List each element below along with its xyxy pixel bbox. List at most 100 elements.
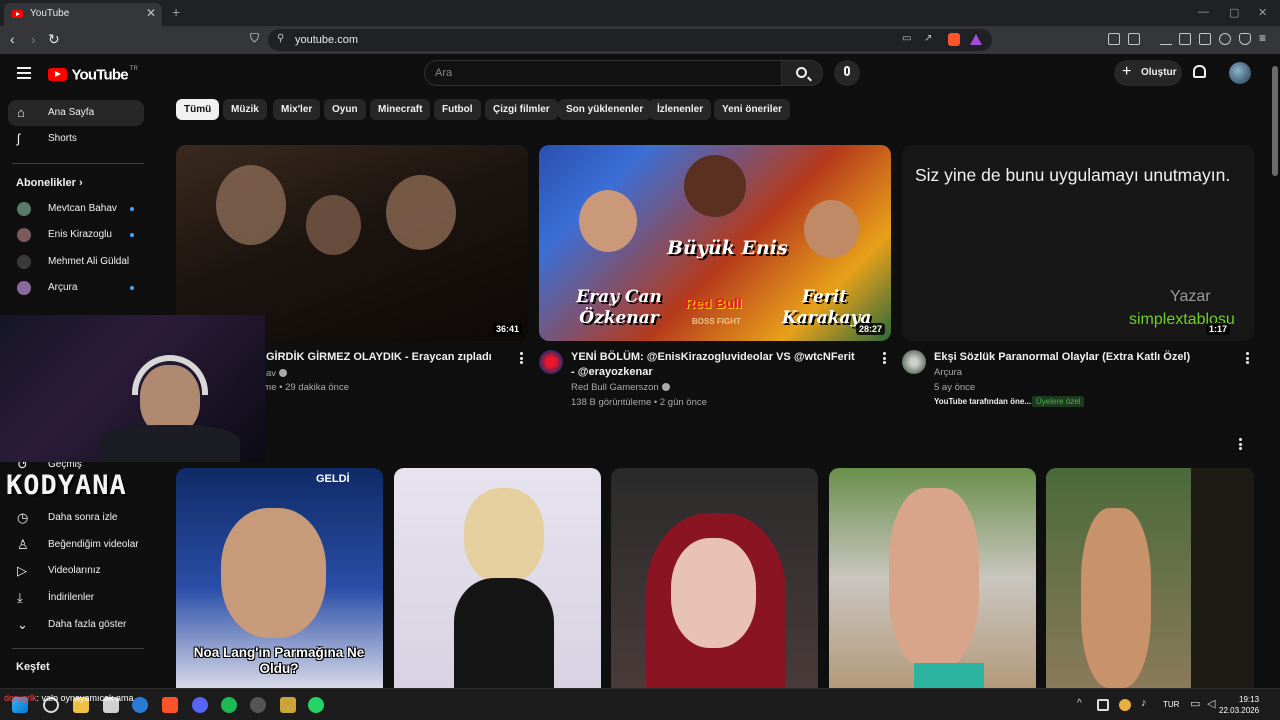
video-thumbnail[interactable]: 36:41 — [176, 145, 528, 341]
brave-shield-icon[interactable] — [948, 33, 960, 46]
subscription-item[interactable]: Enis Kirazoglu — [8, 222, 144, 248]
channel-name[interactable]: Arçura — [934, 367, 962, 378]
video-thumbnail[interactable]: Siz yine de bunu uygulamayı unutmayın. Y… — [902, 145, 1254, 341]
tray-app-icon[interactable] — [1097, 699, 1109, 711]
page-scrollbar[interactable] — [1270, 54, 1280, 688]
short-thumbnail[interactable] — [611, 468, 818, 688]
short-thumbnail[interactable] — [829, 468, 1036, 688]
vpn-shield-icon[interactable] — [1239, 33, 1251, 45]
browser-menu-icon[interactable]: ≡ — [1259, 31, 1266, 45]
reload-button[interactable]: ↻ — [48, 31, 60, 48]
subscription-item[interactable]: Mevtcan Bahav — [8, 196, 144, 222]
close-window-button[interactable]: ✕ — [1258, 6, 1267, 19]
volume-icon[interactable]: ◁ — [1207, 697, 1215, 710]
notifications-bell-icon[interactable] — [1193, 65, 1206, 78]
create-button[interactable]: + Oluştur — [1114, 60, 1182, 86]
wallet-icon[interactable] — [1199, 33, 1211, 45]
tray-chevron-icon[interactable]: ^ — [1077, 698, 1082, 709]
more-options-icon[interactable] — [883, 352, 886, 364]
cast-icon[interactable]: ▭ — [902, 33, 911, 44]
discord-icon[interactable] — [192, 697, 208, 713]
verified-icon — [661, 383, 670, 392]
subscription-item[interactable]: Arçura — [8, 275, 144, 301]
search-input[interactable] — [424, 60, 782, 86]
subscription-item[interactable]: Mehmet Ali Güldal — [8, 249, 144, 275]
system-clock[interactable]: 19:13 22.03.2026 — [1219, 694, 1259, 716]
chip-recently-uploaded[interactable]: Son yüklenenler — [558, 99, 652, 120]
account-avatar[interactable] — [1229, 62, 1251, 84]
search-button[interactable] — [781, 60, 823, 86]
thumbnail-figure — [671, 538, 756, 648]
sidebar-item-your-videos[interactable]: ▷ Videolarınız — [8, 558, 144, 584]
app-icon[interactable] — [280, 697, 296, 713]
back-button[interactable]: ‹ — [10, 31, 15, 47]
channel-avatar[interactable] — [539, 350, 563, 374]
sidebar-item-liked-videos[interactable]: ♙ Beğendiğim videolar — [8, 532, 144, 558]
chip-cartoons[interactable]: Çizgi filmler — [485, 99, 558, 120]
tab-close-icon[interactable]: ✕ — [146, 6, 156, 20]
weather-icon[interactable] — [1119, 699, 1131, 711]
youtube-logo[interactable]: YouTube TR — [48, 66, 138, 84]
headphones-icon — [132, 355, 208, 395]
video-title[interactable]: GİRDİK GİRMEZ OLAYDIK - Eraycan zıpladı — [266, 350, 516, 365]
chip-watched[interactable]: İzlenenler — [649, 99, 712, 120]
voice-search-button[interactable] — [834, 60, 860, 86]
chip-mixes[interactable]: Mix'ler — [273, 99, 321, 120]
short-thumbnail[interactable] — [394, 468, 601, 688]
whatsapp-icon[interactable] — [308, 697, 324, 713]
chip-all[interactable]: Tümü — [176, 99, 220, 120]
maximize-window-button[interactable]: ▢ — [1229, 6, 1239, 19]
video-title[interactable]: Ekşi Sözlük Paranormal Olaylar (Extra Ka… — [934, 350, 1234, 365]
sidebar-item-show-more[interactable]: ⌄ Daha fazla göster — [8, 612, 144, 638]
input-language[interactable]: TUR — [1163, 700, 1179, 709]
brave-browser-icon[interactable] — [162, 697, 178, 713]
spotify-icon[interactable] — [221, 697, 237, 713]
sidebar-toggle-icon[interactable] — [1179, 33, 1191, 45]
new-content-dot — [130, 207, 134, 211]
sidebar-item-home[interactable]: ⌂ Ana Sayfa — [8, 100, 144, 126]
sidebar-item-shorts[interactable]: ʃ Shorts — [8, 126, 144, 152]
forward-button[interactable]: › — [31, 31, 36, 47]
new-tab-button[interactable]: + — [172, 4, 180, 20]
bookmark-icon[interactable]: ⛉ — [250, 31, 259, 46]
minimize-window-button[interactable]: — — [1198, 6, 1209, 18]
edge-icon[interactable] — [132, 697, 148, 713]
channel-name-text: Red Bull Gamerszon — [571, 382, 659, 393]
site-info-icon[interactable]: ⚲ — [277, 33, 284, 44]
more-options-icon[interactable] — [520, 352, 523, 364]
short-thumbnail[interactable] — [1046, 468, 1254, 688]
screenshot-icon[interactable] — [1128, 33, 1140, 45]
scrollbar-thumb[interactable] — [1272, 66, 1278, 176]
channel-name[interactable]: Red Bull Gamerszon — [571, 382, 670, 393]
channel-avatar[interactable] — [902, 350, 926, 374]
sidebar-item-downloads[interactable]: ⤓ İndirilenler — [8, 585, 144, 611]
chip-football[interactable]: Futbol — [434, 99, 481, 120]
extensions-icon[interactable] — [1108, 33, 1120, 45]
chip-gaming[interactable]: Oyun — [324, 99, 366, 120]
subscriptions-heading[interactable]: Abonelikler › — [16, 177, 83, 189]
leo-ai-icon[interactable] — [1219, 33, 1231, 45]
address-bar[interactable]: ⚲ youtube.com ▭ ↗ — [268, 29, 992, 51]
hamburger-menu-icon[interactable] — [17, 67, 31, 79]
more-options-icon[interactable] — [1246, 352, 1249, 364]
short-thumbnail[interactable]: GELDİ Noa Lang'ın Parmağına Ne Oldu? — [176, 468, 383, 688]
microphone-tray-icon[interactable]: ♪ — [1141, 697, 1147, 709]
downloads-icon[interactable] — [1160, 33, 1172, 45]
shorts-icon: ʃ — [17, 131, 20, 146]
brave-rewards-icon[interactable] — [970, 34, 982, 45]
chip-new-to-you[interactable]: Yeni öneriler — [714, 99, 791, 120]
network-icon[interactable]: ▭ — [1190, 697, 1200, 710]
chip-music[interactable]: Müzik — [223, 99, 267, 120]
shorts-shelf-options-icon[interactable] — [1239, 438, 1242, 450]
explore-heading: Keşfet — [16, 661, 50, 673]
steam-icon[interactable] — [250, 697, 266, 713]
sidebar-item-watch-later[interactable]: ◷ Daha sonra izle — [8, 505, 144, 531]
browser-tab-youtube[interactable]: YouTube ✕ — [4, 3, 162, 26]
channel-name[interactable]: av — [266, 368, 288, 379]
streamer-logo: KODYANA — [6, 470, 127, 501]
windows-taskbar: ^ ♪ TUR ▭ ◁ — [0, 688, 1280, 720]
chip-minecraft[interactable]: Minecraft — [370, 99, 431, 120]
video-title[interactable]: YENİ BÖLÜM: @EnisKirazogluvideolar VS @w… — [571, 350, 861, 380]
video-thumbnail[interactable]: Büyük Enis Eray Can Özkenar Ferit Karaka… — [539, 145, 891, 341]
share-icon[interactable]: ↗ — [924, 33, 932, 44]
